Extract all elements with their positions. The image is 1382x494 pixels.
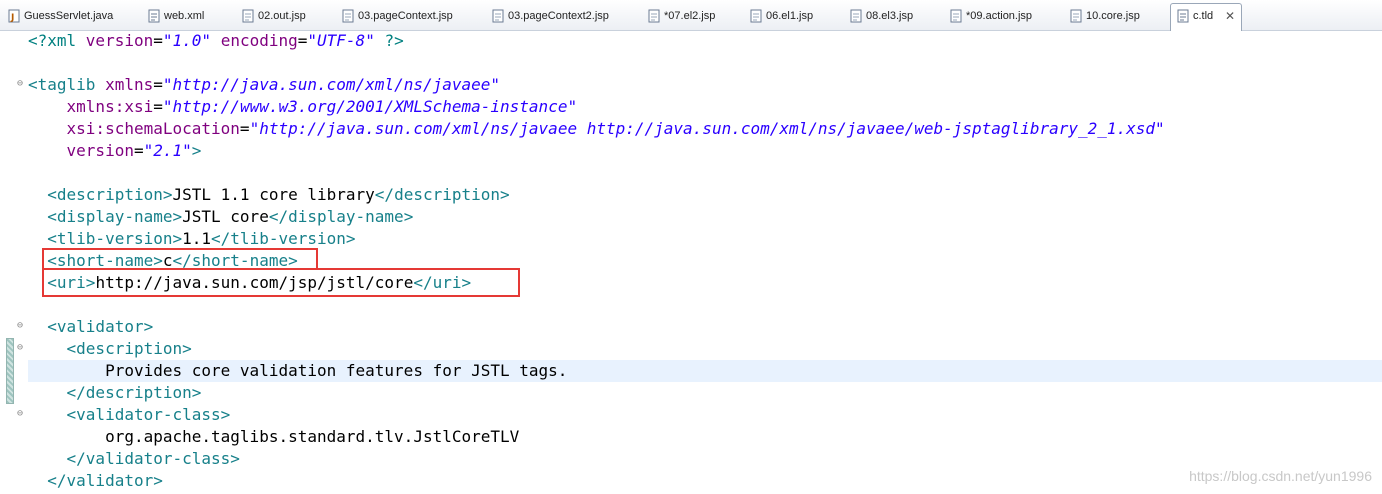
tab-03-pagecontext-jsp[interactable]: 03.pageContext.jsp (336, 4, 484, 28)
tab-label: c.tld (1193, 10, 1214, 22)
jsp-file-icon (850, 9, 862, 23)
change-marker (6, 338, 14, 404)
tab-label: 03.pageContext.jsp (358, 10, 453, 22)
tab-label: 08.el3.jsp (866, 10, 914, 22)
jsp-file-icon (950, 9, 962, 23)
code-line: <taglib xmlns="http://java.sun.com/xml/n… (28, 75, 501, 94)
tab-02-out-jsp[interactable]: 02.out.jsp (236, 4, 334, 28)
code-line: <validator> (47, 317, 154, 336)
code-line: <tlib-version>1.1</tlib-version> (47, 229, 356, 248)
svg-text:J: J (10, 13, 14, 23)
xml-file-icon (148, 9, 160, 23)
jsp-file-icon (342, 9, 354, 23)
tab-label: 03.pageContext2.jsp (508, 10, 609, 22)
uri-highlight-box (42, 268, 520, 297)
tld-file-icon (1177, 9, 1189, 23)
tab-08-el3-jsp[interactable]: 08.el3.jsp (844, 4, 942, 28)
code-line: xsi:schemaLocation="http://java.sun.com/… (66, 119, 1165, 138)
tab-label: GuessServlet.java (24, 10, 114, 22)
tab-07-el2-jsp[interactable]: *07.el2.jsp (642, 4, 742, 28)
code-line: <display-name>JSTL core</display-name> (47, 207, 414, 226)
jsp-file-icon (492, 9, 504, 23)
code-line: <?xml version="1.0" encoding="UTF-8" ?> (28, 31, 404, 50)
code-line: <description>JSTL 1.1 core library</desc… (47, 185, 510, 204)
code-line: </validator-class> (66, 449, 240, 468)
jsp-file-icon (1070, 9, 1082, 23)
code-line: version="2.1"> (66, 141, 202, 160)
jsp-file-icon (648, 9, 660, 23)
short-name-highlight-box (42, 248, 318, 270)
tab-03-pagecontext2-jsp[interactable]: 03.pageContext2.jsp (486, 4, 640, 28)
tab-09-action-jsp[interactable]: *09.action.jsp (944, 4, 1062, 28)
code-editor[interactable]: ⊖ ⊖ ⊖ ⊖ <?xml version="1.0" encoding="UT… (0, 31, 1382, 494)
editor-tab-bar: J GuessServlet.java web.xml 02.out.jsp 0… (0, 0, 1382, 31)
fold-toggle-icon[interactable]: ⊖ (15, 79, 25, 89)
tab-label: *07.el2.jsp (664, 10, 716, 22)
tab-label: 10.core.jsp (1086, 10, 1140, 22)
close-icon[interactable]: ✕ (1225, 4, 1235, 28)
java-file-icon: J (8, 9, 20, 23)
code-line: org.apache.taglibs.standard.tlv.JstlCore… (105, 427, 520, 446)
tab-label: web.xml (164, 10, 205, 22)
jsp-file-icon (242, 9, 254, 23)
fold-toggle-icon[interactable]: ⊖ (15, 321, 25, 331)
tab-web-xml[interactable]: web.xml (142, 4, 234, 28)
tab-label: 02.out.jsp (258, 10, 306, 22)
current-code-line: Provides core validation features for JS… (28, 360, 1382, 382)
tab-c-tld[interactable]: c.tld ✕ (1170, 3, 1242, 31)
tab-label: 06.el1.jsp (766, 10, 814, 22)
fold-toggle-icon[interactable]: ⊖ (15, 409, 25, 419)
tab-guessservlet-java[interactable]: J GuessServlet.java (2, 4, 140, 28)
jsp-file-icon (750, 9, 762, 23)
tab-label: *09.action.jsp (966, 10, 1033, 22)
code-line: </validator> (47, 471, 163, 490)
tab-10-core-jsp[interactable]: 10.core.jsp (1064, 4, 1168, 28)
code-line: xmlns:xsi="http://www.w3.org/2001/XMLSch… (66, 97, 578, 116)
editor-gutter (0, 31, 14, 494)
code-line: <description> (66, 339, 192, 358)
tab-06-el1-jsp[interactable]: 06.el1.jsp (744, 4, 842, 28)
code-line: <validator-class> (66, 405, 231, 424)
watermark: https://blog.csdn.net/yun1996 (1189, 468, 1372, 484)
fold-toggle-icon[interactable]: ⊖ (15, 343, 25, 353)
code-line: </description> (66, 383, 202, 402)
